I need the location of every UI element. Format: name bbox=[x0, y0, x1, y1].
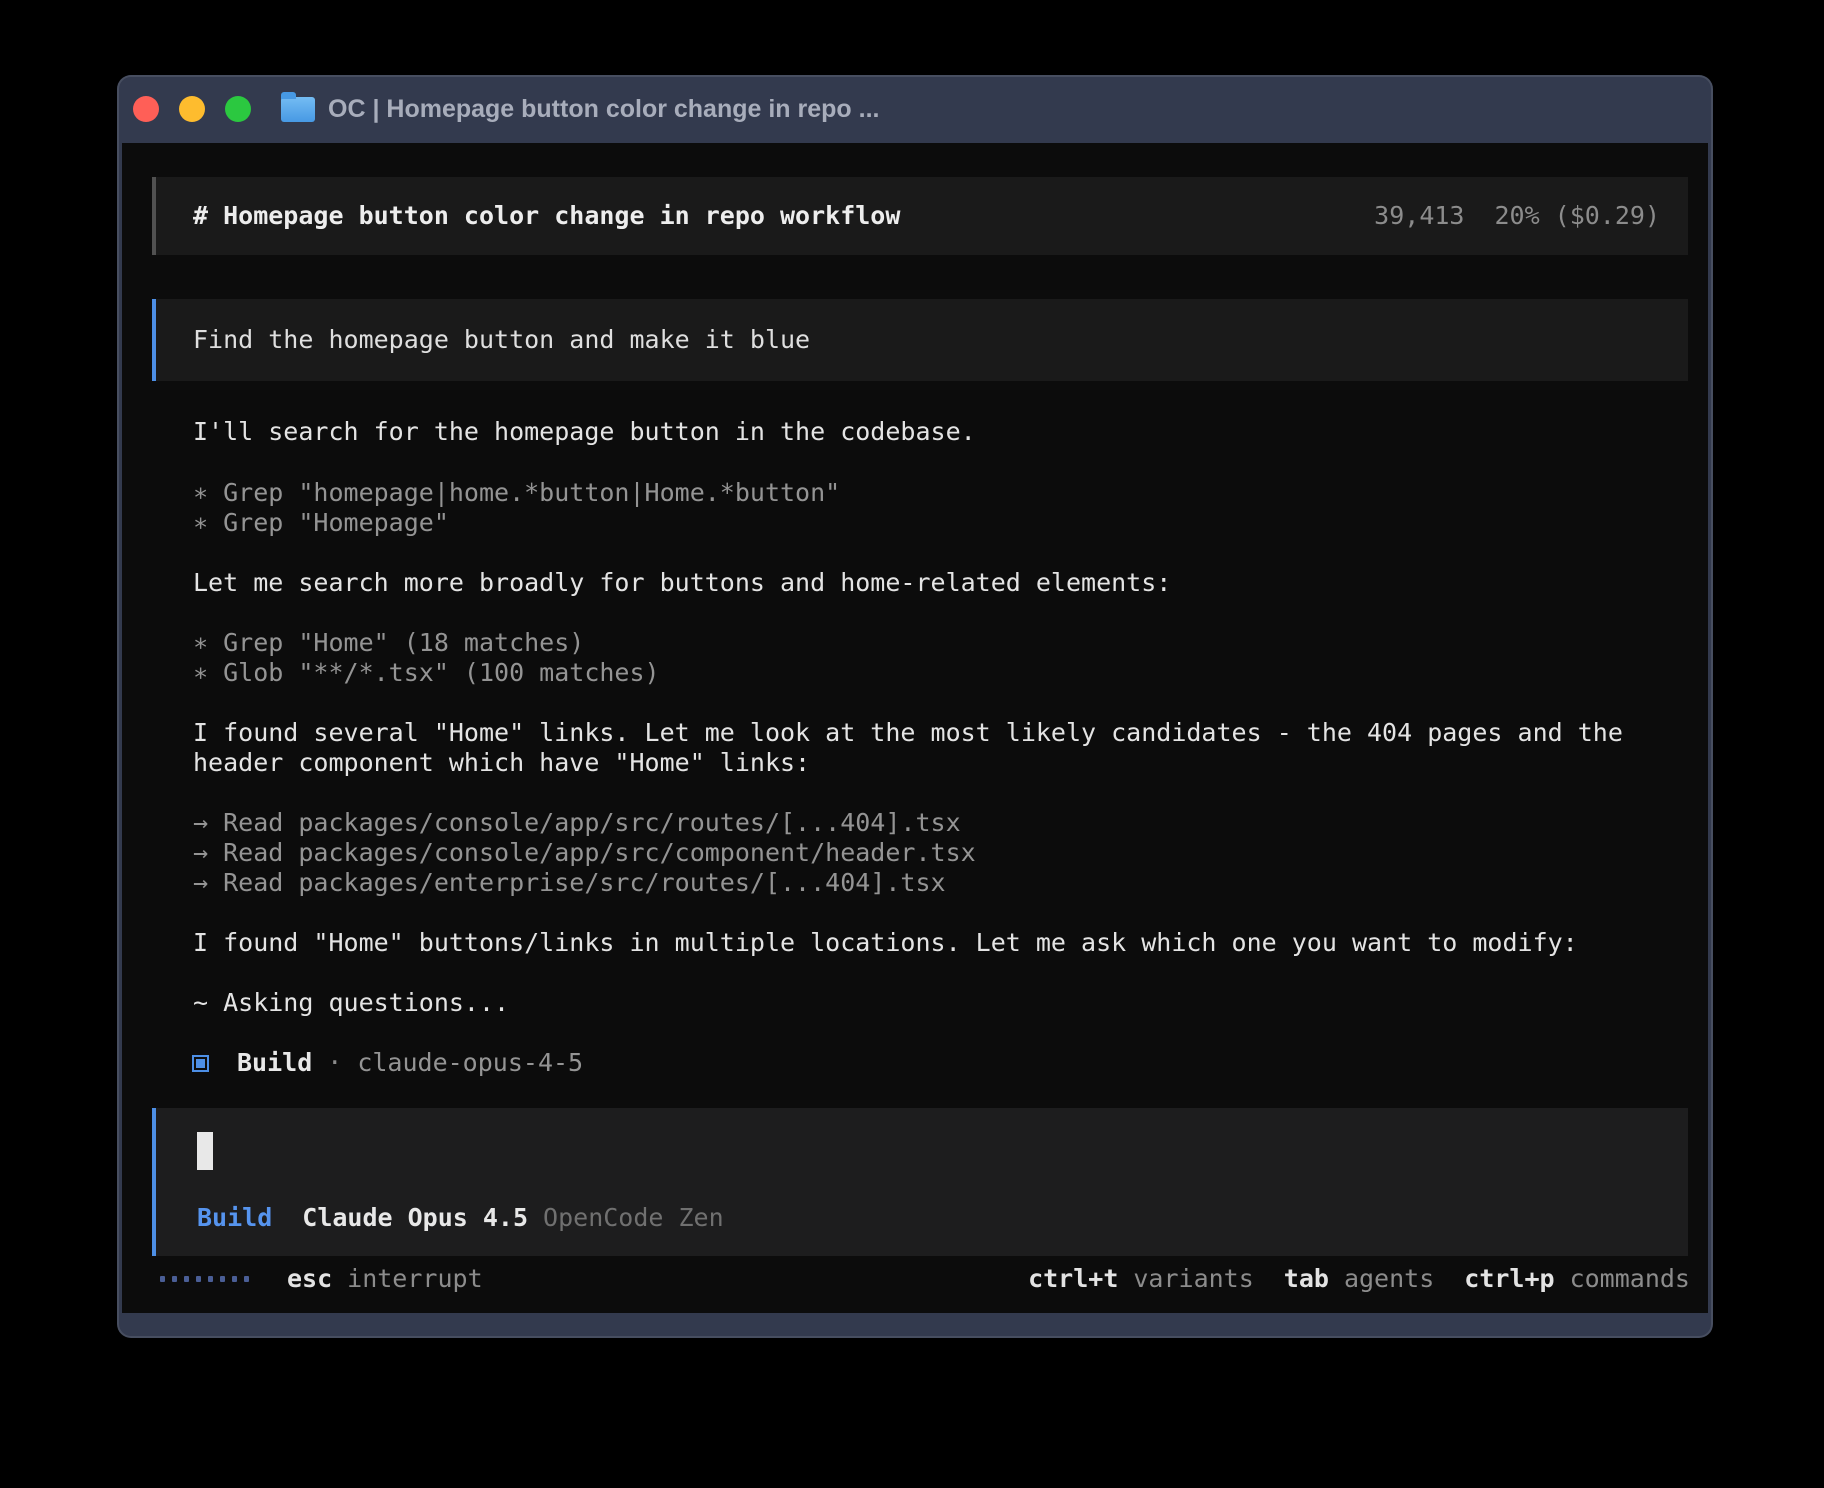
tool-call-group-3: → Read packages/console/app/src/routes/[… bbox=[193, 808, 976, 898]
tool-call-grep-3: ∗ Grep "Home" (18 matches) bbox=[193, 628, 660, 658]
tool-call-read-2: → Read packages/console/app/src/componen… bbox=[193, 838, 976, 868]
minimize-button[interactable] bbox=[179, 96, 205, 122]
user-message-text: Find the homepage button and make it blu… bbox=[193, 325, 810, 355]
spinner-dots-icon bbox=[160, 1276, 256, 1282]
context-percent: 20% bbox=[1494, 201, 1539, 231]
user-message: Find the homepage button and make it blu… bbox=[152, 299, 1688, 381]
session-header: # Homepage button color change in repo w… bbox=[152, 177, 1688, 255]
status-bar: esc interrupt ctrl+t variants tab agents… bbox=[160, 1262, 1690, 1296]
tool-call-group-2: ∗ Grep "Home" (18 matches) ∗ Glob "**/*.… bbox=[193, 628, 660, 688]
shortcut-label-agents: agents bbox=[1344, 1264, 1434, 1294]
agent-mode-label: Build bbox=[197, 1203, 272, 1233]
status-bar-right: ctrl+t variants tab agents ctrl+p comman… bbox=[1028, 1264, 1690, 1294]
zoom-button[interactable] bbox=[225, 96, 251, 122]
status-bar-left: esc interrupt bbox=[160, 1264, 483, 1294]
assistant-message-broader: Let me search more broadly for buttons a… bbox=[193, 568, 1171, 598]
task-separator: · bbox=[327, 1048, 342, 1078]
tool-call-read-3: → Read packages/enterprise/src/routes/[.… bbox=[193, 868, 976, 898]
text-cursor bbox=[197, 1132, 213, 1170]
shortcut-key-variants: ctrl+t bbox=[1028, 1264, 1118, 1294]
shortcut-agents: tab agents bbox=[1284, 1264, 1434, 1294]
task-model-label: claude-opus-4-5 bbox=[357, 1048, 583, 1078]
assistant-message-intro: I'll search for the homepage button in t… bbox=[193, 417, 976, 447]
assistant-message-ask: I found "Home" buttons/links in multiple… bbox=[193, 928, 1578, 958]
task-status-row: Build · claude-opus-4-5 bbox=[192, 1048, 583, 1078]
esc-action-label: interrupt bbox=[347, 1264, 482, 1294]
provider-label: OpenCode Zen bbox=[543, 1203, 724, 1233]
close-button[interactable] bbox=[133, 96, 159, 122]
titlebar: OC | Homepage button color change in rep… bbox=[117, 75, 1713, 143]
model-label: Claude Opus 4.5 bbox=[302, 1203, 528, 1233]
tool-call-grep-2: ∗ Grep "Homepage" bbox=[193, 508, 840, 538]
terminal-content: # Homepage button color change in repo w… bbox=[122, 143, 1708, 1313]
folder-icon bbox=[281, 97, 315, 122]
esc-key-hint: esc bbox=[287, 1264, 332, 1294]
tool-call-group-1: ∗ Grep "homepage|home.*button|Home.*butt… bbox=[193, 478, 840, 538]
tool-call-read-1: → Read packages/console/app/src/routes/[… bbox=[193, 808, 976, 838]
input-status-row: Build Claude Opus 4.5 OpenCode Zen bbox=[197, 1203, 724, 1233]
session-stats: 39,413 20% ($0.29) bbox=[1374, 201, 1660, 231]
shortcut-key-commands: ctrl+p bbox=[1464, 1264, 1554, 1294]
prompt-input[interactable]: Build Claude Opus 4.5 OpenCode Zen bbox=[152, 1108, 1688, 1256]
shortcut-variants: ctrl+t variants bbox=[1028, 1264, 1254, 1294]
assistant-message-found-links: I found several "Home" links. Let me loo… bbox=[193, 718, 1623, 778]
task-status-icon bbox=[192, 1055, 209, 1072]
session-cost: ($0.29) bbox=[1555, 201, 1660, 231]
shortcut-label-commands: commands bbox=[1570, 1264, 1690, 1294]
assistant-status-asking: ~ Asking questions... bbox=[193, 988, 509, 1018]
terminal-window: OC | Homepage button color change in rep… bbox=[117, 75, 1713, 1338]
session-title: # Homepage button color change in repo w… bbox=[193, 201, 900, 231]
shortcut-commands: ctrl+p commands bbox=[1464, 1264, 1690, 1294]
tool-call-glob-1: ∗ Glob "**/*.tsx" (100 matches) bbox=[193, 658, 660, 688]
token-count: 39,413 bbox=[1374, 201, 1464, 231]
shortcut-key-agents: tab bbox=[1284, 1264, 1329, 1294]
task-agent-label: Build bbox=[237, 1048, 312, 1078]
window-title: OC | Homepage button color change in rep… bbox=[328, 95, 879, 124]
tool-call-grep-1: ∗ Grep "homepage|home.*button|Home.*butt… bbox=[193, 478, 840, 508]
shortcut-label-variants: variants bbox=[1133, 1264, 1253, 1294]
